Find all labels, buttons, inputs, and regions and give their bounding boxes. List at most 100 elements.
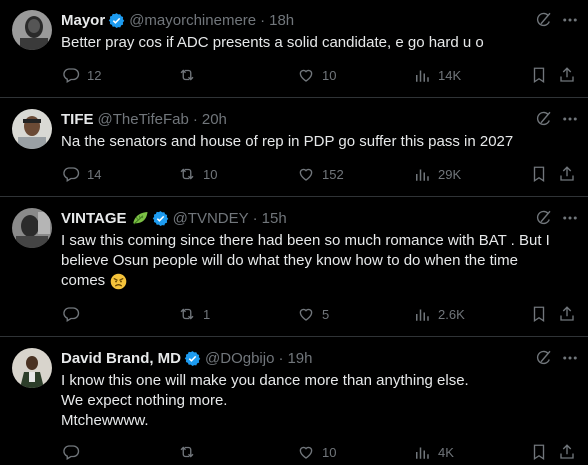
heart-icon xyxy=(297,443,315,461)
reply-button[interactable]: 14 xyxy=(62,164,101,184)
retweet-button[interactable]: 10 xyxy=(178,164,217,184)
grok-icon[interactable] xyxy=(535,349,553,367)
bookmark-button[interactable] xyxy=(530,442,548,462)
tweet[interactable]: VINTAGE @TVNDEY · 15h I saw this coming … xyxy=(0,198,588,337)
tweet-actions: 1 5 2.6K xyxy=(0,304,588,324)
views-chart-icon xyxy=(413,165,431,183)
user-handle[interactable]: @TVNDEY xyxy=(173,210,249,227)
bookmark-icon xyxy=(530,305,548,323)
like-button[interactable]: 10 xyxy=(297,65,336,85)
tweet-text-line: We expect nothing more. xyxy=(61,392,228,409)
angry-face-emoji-icon xyxy=(110,273,127,290)
like-count: 10 xyxy=(322,67,337,83)
tweet-header: VINTAGE @TVNDEY · 15h xyxy=(61,208,287,228)
avatar[interactable] xyxy=(12,10,52,50)
display-name[interactable]: VINTAGE xyxy=(61,210,127,227)
reply-icon xyxy=(62,66,80,84)
heart-icon xyxy=(297,165,315,183)
user-handle[interactable]: @TheTifeFab xyxy=(98,111,189,128)
tweet-header: TIFE @TheTifeFab · 20h xyxy=(61,109,227,129)
share-icon xyxy=(558,165,576,183)
separator-dot: · xyxy=(192,110,198,128)
tweet[interactable]: TIFE @TheTifeFab · 20h Na the senators a… xyxy=(0,99,588,197)
tweet-header: Mayor @mayorchinemere · 18h xyxy=(61,10,294,30)
view-count: 14K xyxy=(438,67,462,83)
tweet-text: Better pray cos if ADC presents a solid … xyxy=(61,33,581,53)
retweet-button[interactable] xyxy=(178,442,203,462)
timestamp[interactable]: 18h xyxy=(269,12,294,29)
leaf-emoji-icon xyxy=(131,210,149,226)
share-icon xyxy=(558,443,576,461)
retweet-button[interactable] xyxy=(178,65,203,85)
like-count: 10 xyxy=(322,444,337,460)
like-button[interactable]: 5 xyxy=(297,304,329,324)
more-options-icon[interactable] xyxy=(561,11,579,29)
avatar[interactable] xyxy=(12,109,52,149)
tweet-actions: 10 4K xyxy=(0,442,588,462)
reply-icon xyxy=(62,305,80,323)
tweet-text-line: Na the senators and house of rep in PDP … xyxy=(61,133,514,150)
like-button[interactable]: 10 xyxy=(297,442,336,462)
verified-badge-icon xyxy=(108,12,125,29)
display-name[interactable]: Mayor xyxy=(61,12,105,29)
heart-icon xyxy=(297,66,315,84)
user-handle[interactable]: @DOgbijo xyxy=(205,350,274,367)
display-name[interactable]: David Brand, MD xyxy=(61,350,181,367)
share-button[interactable] xyxy=(558,164,576,184)
views-button[interactable]: 29K xyxy=(413,164,461,184)
view-count: 4K xyxy=(438,444,454,460)
retweet-icon xyxy=(178,165,196,183)
views-chart-icon xyxy=(413,443,431,461)
views-button[interactable]: 2.6K xyxy=(413,304,465,324)
user-handle[interactable]: @mayorchinemere xyxy=(129,12,256,29)
bookmark-icon xyxy=(530,165,548,183)
retweet-icon xyxy=(178,305,196,323)
avatar[interactable] xyxy=(12,208,52,248)
tweet-text-line: believe Osun people will do what they kn… xyxy=(61,252,518,269)
views-chart-icon xyxy=(413,305,431,323)
retweet-button[interactable]: 1 xyxy=(178,304,210,324)
reply-button[interactable]: 12 xyxy=(62,65,101,85)
tweet-text: I saw this coming since there had been s… xyxy=(61,231,581,291)
reply-button[interactable] xyxy=(62,304,87,324)
reply-count: 14 xyxy=(87,166,102,182)
like-count: 152 xyxy=(322,166,344,182)
view-count: 2.6K xyxy=(438,306,465,322)
avatar[interactable] xyxy=(12,348,52,388)
verified-badge-icon xyxy=(184,350,201,367)
timestamp[interactable]: 20h xyxy=(202,111,227,128)
bookmark-button[interactable] xyxy=(530,164,548,184)
reply-button[interactable] xyxy=(62,442,87,462)
share-button[interactable] xyxy=(558,65,576,85)
share-button[interactable] xyxy=(558,442,576,462)
tweet-text: Na the senators and house of rep in PDP … xyxy=(61,132,581,152)
tweet[interactable]: David Brand, MD @DOgbijo · 19h I know th… xyxy=(0,338,588,465)
more-options-icon[interactable] xyxy=(561,209,579,227)
grok-icon[interactable] xyxy=(535,11,553,29)
views-button[interactable]: 14K xyxy=(413,65,461,85)
share-button[interactable] xyxy=(558,304,576,324)
timestamp[interactable]: 19h xyxy=(287,350,312,367)
grok-icon[interactable] xyxy=(535,110,553,128)
share-icon xyxy=(558,305,576,323)
separator-dot: · xyxy=(278,349,284,367)
reply-icon xyxy=(62,165,80,183)
tweet[interactable]: Mayor @mayorchinemere · 18h Better pray … xyxy=(0,0,588,98)
tweet-actions: 12 10 14K xyxy=(0,65,588,85)
like-button[interactable]: 152 xyxy=(297,164,344,184)
bookmark-button[interactable] xyxy=(530,65,548,85)
tweet-text: I know this one will make you dance more… xyxy=(61,371,581,431)
timestamp[interactable]: 15h xyxy=(262,210,287,227)
view-count: 29K xyxy=(438,166,462,182)
grok-icon[interactable] xyxy=(535,209,553,227)
display-name[interactable]: TIFE xyxy=(61,111,94,128)
views-button[interactable]: 4K xyxy=(413,442,454,462)
bookmark-button[interactable] xyxy=(530,304,548,324)
more-options-icon[interactable] xyxy=(561,110,579,128)
tweet-text-line: comes xyxy=(61,271,581,291)
tweet-text-line: I know this one will make you dance more… xyxy=(61,372,469,389)
share-icon xyxy=(558,66,576,84)
more-options-icon[interactable] xyxy=(561,349,579,367)
views-chart-icon xyxy=(413,66,431,84)
tweet-text-fragment: comes xyxy=(61,272,106,289)
